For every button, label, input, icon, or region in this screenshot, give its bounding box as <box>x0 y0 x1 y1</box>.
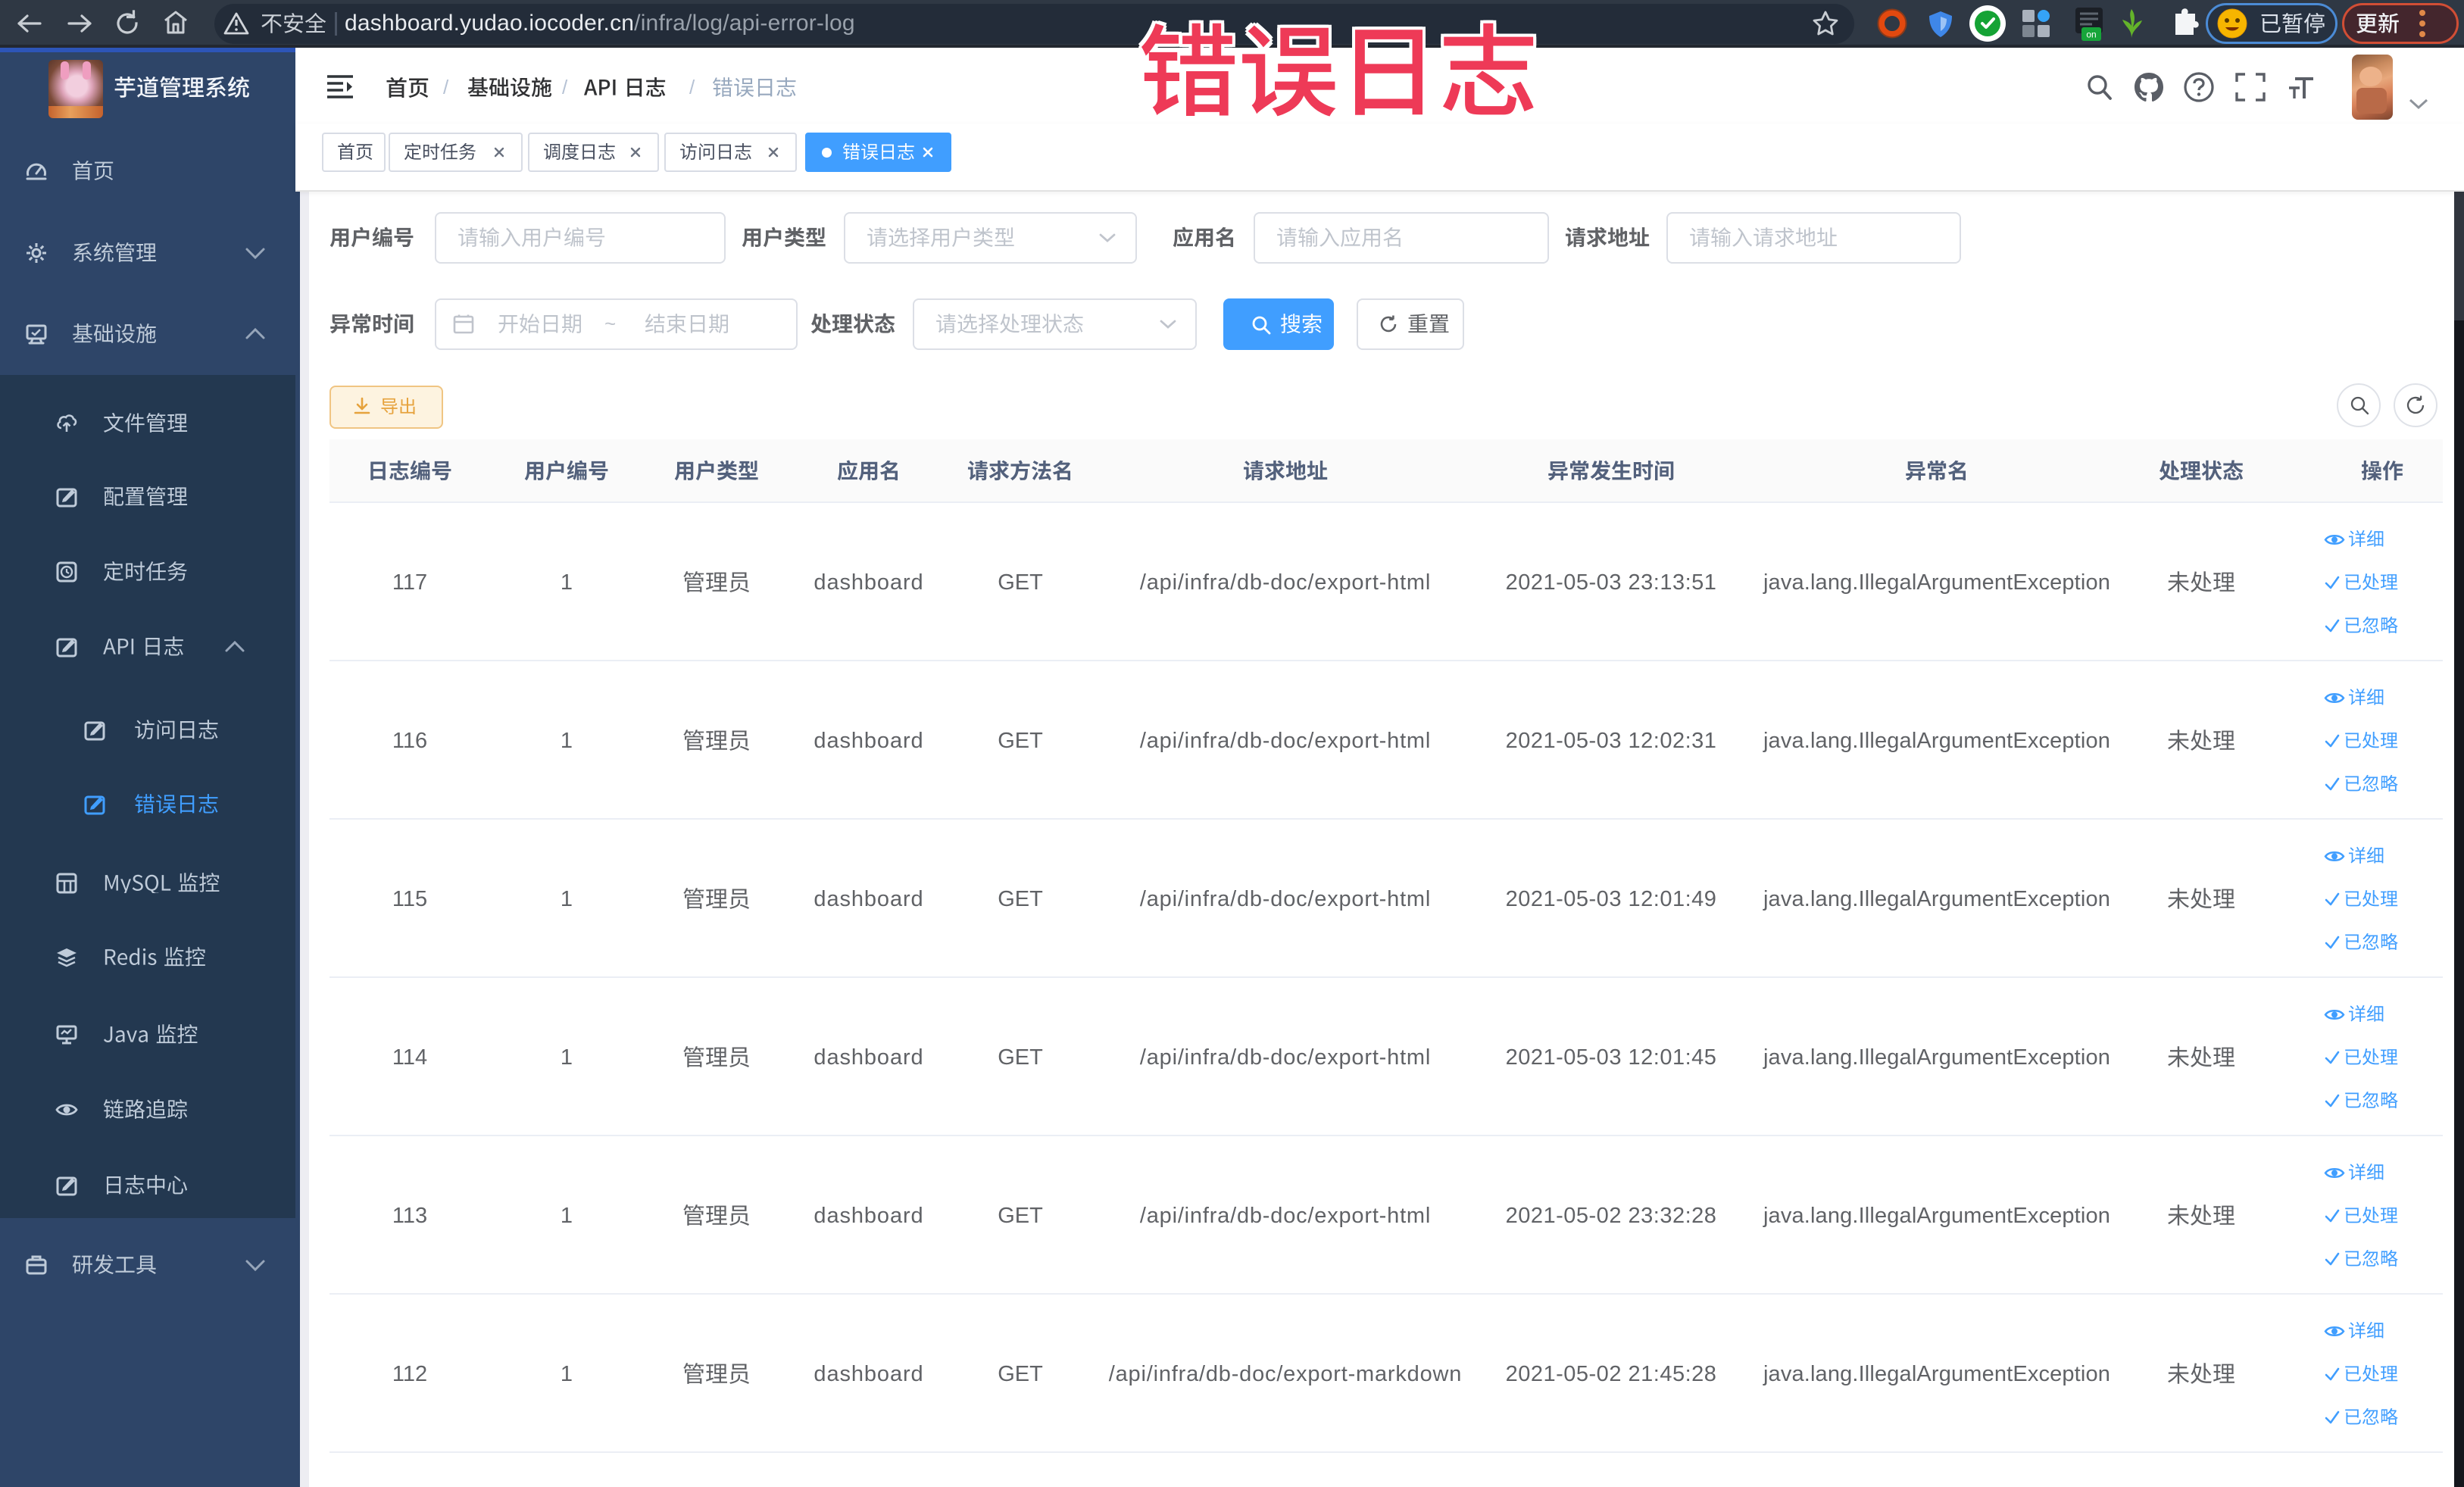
svg-text:on: on <box>2086 30 2096 40</box>
